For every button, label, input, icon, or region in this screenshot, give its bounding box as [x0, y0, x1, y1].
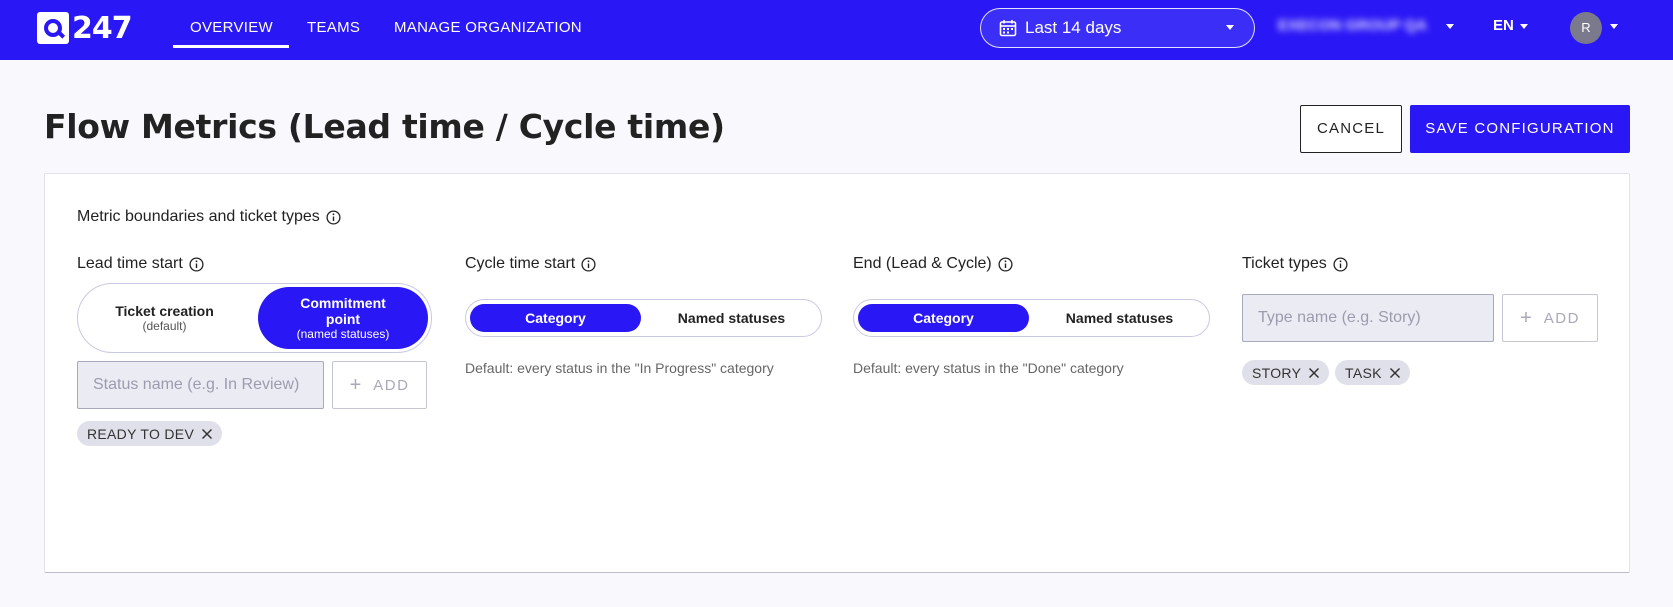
option-sublabel: (default)	[142, 318, 187, 333]
end-lead-cycle-label: End (Lead & Cycle)	[853, 255, 1013, 273]
option-label: Ticket creation	[115, 302, 214, 319]
ticket-types-text: Ticket types	[1242, 255, 1327, 272]
end-named-statuses-option[interactable]: Named statuses	[1034, 304, 1205, 332]
status-chip: READY TO DEV	[77, 421, 223, 446]
page-title: Flow Metrics (Lead time / Cycle time)	[44, 107, 725, 146]
end-hint: Default: every status in the "Done" cate…	[853, 360, 1124, 376]
close-icon[interactable]	[1308, 367, 1320, 379]
ticket-type-chip: TASK	[1335, 360, 1410, 385]
end-category-option[interactable]: Category	[858, 304, 1029, 332]
ticket-creation-option[interactable]: Ticket creation (default)	[82, 287, 247, 349]
plus-icon: +	[1520, 306, 1532, 329]
cycle-named-statuses-option[interactable]: Named statuses	[646, 304, 817, 332]
avatar[interactable]: R	[1570, 12, 1602, 44]
ticket-type-chip: STORY	[1242, 360, 1330, 385]
add-status-button[interactable]: + ADD	[332, 361, 427, 409]
chevron-down-icon	[1520, 24, 1528, 29]
ticket-types-label: Ticket types	[1242, 255, 1348, 273]
section-title-text: Metric boundaries and ticket types	[77, 208, 320, 225]
close-icon[interactable]	[201, 428, 213, 440]
chip-label: READY TO DEV	[87, 425, 195, 442]
language-selector[interactable]: EN	[1493, 17, 1514, 34]
option-label: Commitment point	[300, 294, 386, 327]
info-icon[interactable]	[581, 256, 596, 272]
close-icon[interactable]	[1389, 367, 1401, 379]
cycle-category-option[interactable]: Category	[470, 304, 641, 332]
lead-time-start-label: Lead time start	[77, 255, 204, 273]
logo-mark-icon	[37, 12, 69, 44]
date-range-picker[interactable]: Last 14 days	[980, 8, 1255, 48]
add-ticket-type-button[interactable]: + ADD	[1502, 294, 1598, 342]
add-label: ADD	[373, 376, 410, 394]
chevron-down-icon	[1446, 24, 1454, 29]
organization-selector[interactable]: EXECON GROUP QA	[1278, 17, 1427, 34]
date-range-value: Last 14 days	[1025, 18, 1122, 37]
cycle-time-start-label: Cycle time start	[465, 255, 596, 273]
end-lead-cycle-text: End (Lead & Cycle)	[853, 255, 992, 272]
logo-text: 247	[72, 10, 133, 46]
add-label: ADD	[1543, 309, 1580, 327]
cycle-time-start-toggle: Category Named statuses	[465, 299, 822, 337]
chip-label: TASK	[1345, 364, 1382, 381]
info-icon[interactable]	[1333, 256, 1348, 272]
section-title: Metric boundaries and ticket types	[77, 208, 341, 226]
lead-time-start-toggle: Ticket creation (default) Commitment poi…	[77, 283, 432, 353]
cycle-time-start-text: Cycle time start	[465, 255, 576, 272]
save-configuration-button[interactable]: SAVE CONFIGURATION	[1410, 105, 1630, 153]
info-icon[interactable]	[189, 256, 204, 272]
nav-teams[interactable]: TEAMS	[307, 0, 360, 60]
top-bar: 247 OVERVIEW TEAMS MANAGE ORGANIZATION L…	[0, 0, 1673, 60]
end-toggle: Category Named statuses	[853, 299, 1210, 337]
commitment-point-option[interactable]: Commitment point (named statuses)	[258, 287, 428, 349]
chevron-down-icon	[1610, 24, 1618, 29]
cycle-hint: Default: every status in the "In Progres…	[465, 360, 774, 376]
ticket-type-input[interactable]	[1242, 294, 1494, 342]
lead-time-start-text: Lead time start	[77, 255, 183, 272]
chip-label: STORY	[1252, 364, 1302, 381]
calendar-icon	[999, 20, 1017, 37]
nav-overview[interactable]: OVERVIEW	[173, 0, 289, 60]
plus-icon: +	[349, 373, 362, 396]
nav-manage-organization[interactable]: MANAGE ORGANIZATION	[394, 0, 582, 60]
logo[interactable]: 247	[37, 10, 133, 46]
status-name-input[interactable]	[77, 361, 324, 409]
info-icon[interactable]	[326, 209, 341, 225]
info-icon[interactable]	[998, 256, 1013, 272]
chevron-down-icon	[1226, 25, 1234, 30]
cancel-button[interactable]: CANCEL	[1300, 105, 1402, 153]
option-sublabel: (named statuses)	[296, 326, 390, 341]
